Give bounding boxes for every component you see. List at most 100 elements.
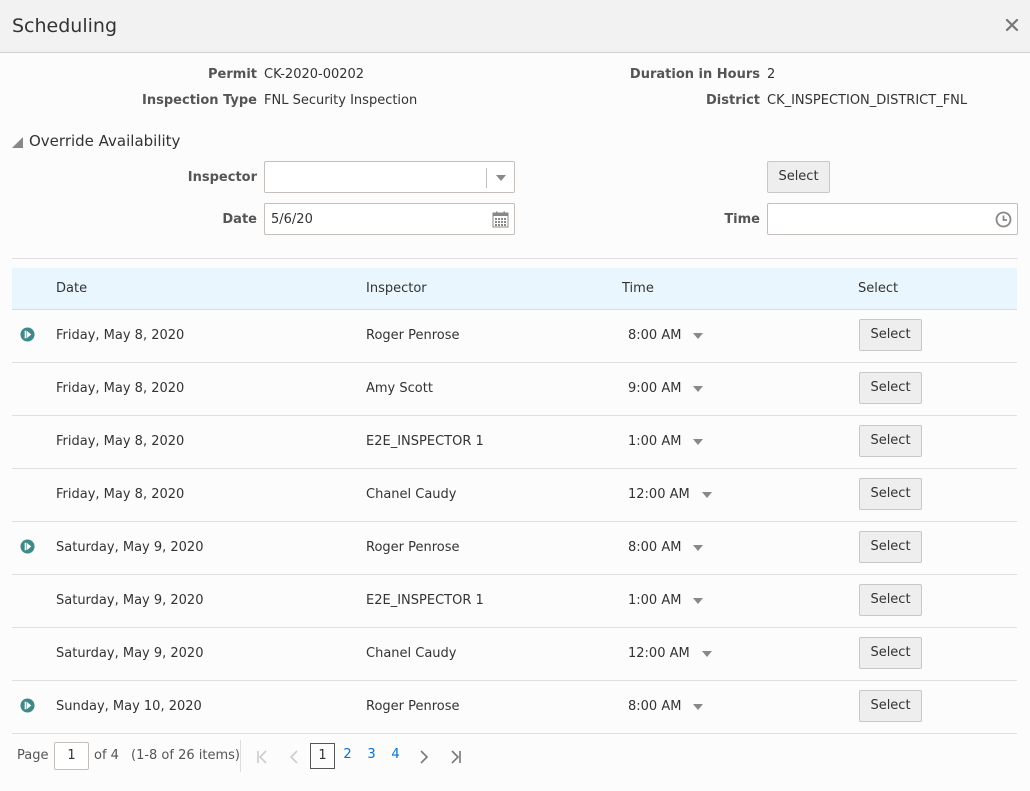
table-row[interactable]: Saturday, May 9, 2020 Chanel Caudy 12:00 A…	[12, 628, 1017, 681]
clock-icon[interactable]	[995, 211, 1012, 228]
inspection-type-label: Inspection Type	[142, 93, 257, 108]
duration-label: Duration in Hours	[629, 67, 760, 82]
permit-label: Permit	[208, 67, 257, 82]
row-inspector: Roger Penrose	[366, 699, 460, 714]
table-header: Date Inspector Time Select	[12, 268, 1017, 310]
pagination: Page 1 of 4 (1-8 of 26 items) 1 2 3 4	[12, 740, 712, 772]
override-select-button[interactable]: Select	[767, 161, 830, 193]
table-row[interactable]: Friday, May 8, 2020 Roger Penrose 8:00 AM S…	[12, 310, 1017, 363]
permit-value: CK-2020-00202	[264, 67, 365, 82]
inspector-dropdown-button[interactable]	[486, 168, 514, 188]
table-row[interactable]: Sunday, May 10, 2020 Roger Penrose 8:00 AM…	[12, 681, 1017, 734]
table-row[interactable]: Friday, May 8, 2020 E2E_INSPECTOR 1 1:00 A…	[12, 416, 1017, 469]
table-row[interactable]: Friday, May 8, 2020 Amy Scott 9:00 AM Selec…	[12, 363, 1017, 416]
duration-value: 2	[767, 67, 776, 82]
chevron-down-icon[interactable]	[693, 438, 704, 445]
row-time: 12:00 AM	[628, 646, 690, 661]
page-2-button[interactable]: 2	[335, 743, 360, 769]
chevron-down-icon[interactable]	[693, 597, 704, 604]
row-inspector: Roger Penrose	[366, 540, 460, 555]
row-select-button[interactable]: Select	[859, 531, 922, 563]
play-icon[interactable]	[20, 327, 35, 342]
row-inspector: Chanel Caudy	[366, 646, 457, 661]
table-row[interactable]: Saturday, May 9, 2020 E2E_INSPECTOR 1 1:00…	[12, 575, 1017, 628]
page-number-input[interactable]: 1	[54, 742, 89, 770]
column-header-select[interactable]: Select	[858, 281, 898, 296]
table-row[interactable]: Saturday, May 9, 2020 Roger Penrose 8:00 A…	[12, 522, 1017, 575]
pagination-separator	[240, 740, 241, 772]
row-date: Friday, May 8, 2020	[56, 487, 185, 502]
chevron-down-icon	[496, 175, 506, 181]
date-input-value: 5/6/20	[271, 212, 313, 227]
last-page-icon[interactable]	[450, 750, 462, 764]
row-select-button[interactable]: Select	[859, 637, 922, 669]
page-count-label: of 4	[94, 748, 119, 763]
row-time-select[interactable]: 8:00 AM	[628, 540, 704, 555]
column-header-inspector[interactable]: Inspector	[366, 281, 427, 296]
chevron-down-icon[interactable]	[693, 544, 704, 551]
page-1-button[interactable]: 1	[310, 743, 335, 769]
inspection-type-value: FNL Security Inspection	[264, 93, 418, 108]
row-select-button[interactable]: Select	[859, 425, 922, 457]
row-time: 8:00 AM	[628, 328, 682, 343]
next-page-icon[interactable]	[419, 750, 429, 764]
row-time: 9:00 AM	[628, 381, 682, 396]
row-time-select[interactable]: 8:00 AM	[628, 328, 704, 343]
row-time-select[interactable]: 12:00 AM	[628, 487, 712, 502]
row-inspector: Chanel Caudy	[366, 487, 457, 502]
chevron-down-icon[interactable]	[693, 703, 704, 710]
override-availability-toggle[interactable]: Override Availability	[12, 132, 180, 150]
row-time: 8:00 AM	[628, 699, 682, 714]
row-time: 12:00 AM	[628, 487, 690, 502]
expanded-triangle-icon	[12, 136, 23, 148]
row-select-button[interactable]: Select	[859, 478, 922, 510]
column-header-date[interactable]: Date	[56, 281, 87, 296]
play-icon[interactable]	[20, 539, 35, 554]
inspector-select[interactable]	[264, 161, 515, 193]
page-3-button[interactable]: 3	[359, 743, 384, 769]
page-label: Page	[17, 748, 49, 763]
first-page-icon[interactable]	[256, 750, 268, 764]
chevron-down-icon[interactable]	[701, 491, 712, 498]
row-select-button[interactable]: Select	[859, 690, 922, 722]
row-time-select[interactable]: 1:00 AM	[628, 434, 704, 449]
play-icon[interactable]	[20, 698, 35, 713]
row-time: 1:00 AM	[628, 593, 682, 608]
time-input[interactable]	[767, 203, 1018, 235]
row-select-button[interactable]: Select	[859, 584, 922, 616]
row-date: Saturday, May 9, 2020	[56, 540, 204, 555]
table-row[interactable]: Friday, May 8, 2020 Chanel Caudy 12:00 AM S…	[12, 469, 1017, 522]
page-4-button[interactable]: 4	[383, 743, 408, 769]
district-value: CK_INSPECTION_DISTRICT_FNL	[767, 93, 968, 108]
close-icon[interactable]	[1004, 17, 1020, 33]
override-availability-label: Override Availability	[29, 132, 181, 150]
column-header-time[interactable]: Time	[622, 281, 654, 296]
row-time-select[interactable]: 8:00 AM	[628, 699, 704, 714]
section-divider	[12, 258, 1018, 259]
row-inspector: E2E_INSPECTOR 1	[366, 593, 484, 608]
row-date: Saturday, May 9, 2020	[56, 646, 204, 661]
chevron-down-icon[interactable]	[693, 332, 704, 339]
previous-page-icon[interactable]	[289, 750, 299, 764]
date-input[interactable]: 5/6/20	[264, 203, 515, 235]
time-label: Time	[724, 212, 760, 227]
row-inspector: Amy Scott	[366, 381, 433, 396]
row-time-select[interactable]: 9:00 AM	[628, 381, 704, 396]
chevron-down-icon[interactable]	[693, 385, 704, 392]
row-select-button[interactable]: Select	[859, 372, 922, 404]
row-date: Friday, May 8, 2020	[56, 381, 185, 396]
chevron-down-icon[interactable]	[701, 650, 712, 657]
row-time-select[interactable]: 1:00 AM	[628, 593, 704, 608]
date-label: Date	[222, 212, 257, 227]
row-select-button[interactable]: Select	[859, 319, 922, 351]
calendar-icon[interactable]	[492, 211, 509, 228]
row-date: Sunday, May 10, 2020	[56, 699, 202, 714]
district-label: District	[706, 93, 760, 108]
row-date: Friday, May 8, 2020	[56, 328, 185, 343]
row-time-select[interactable]: 12:00 AM	[628, 646, 712, 661]
row-time: 1:00 AM	[628, 434, 682, 449]
inspector-label: Inspector	[187, 170, 257, 185]
row-time: 8:00 AM	[628, 540, 682, 555]
row-inspector: E2E_INSPECTOR 1	[366, 434, 484, 449]
row-date: Saturday, May 9, 2020	[56, 593, 204, 608]
